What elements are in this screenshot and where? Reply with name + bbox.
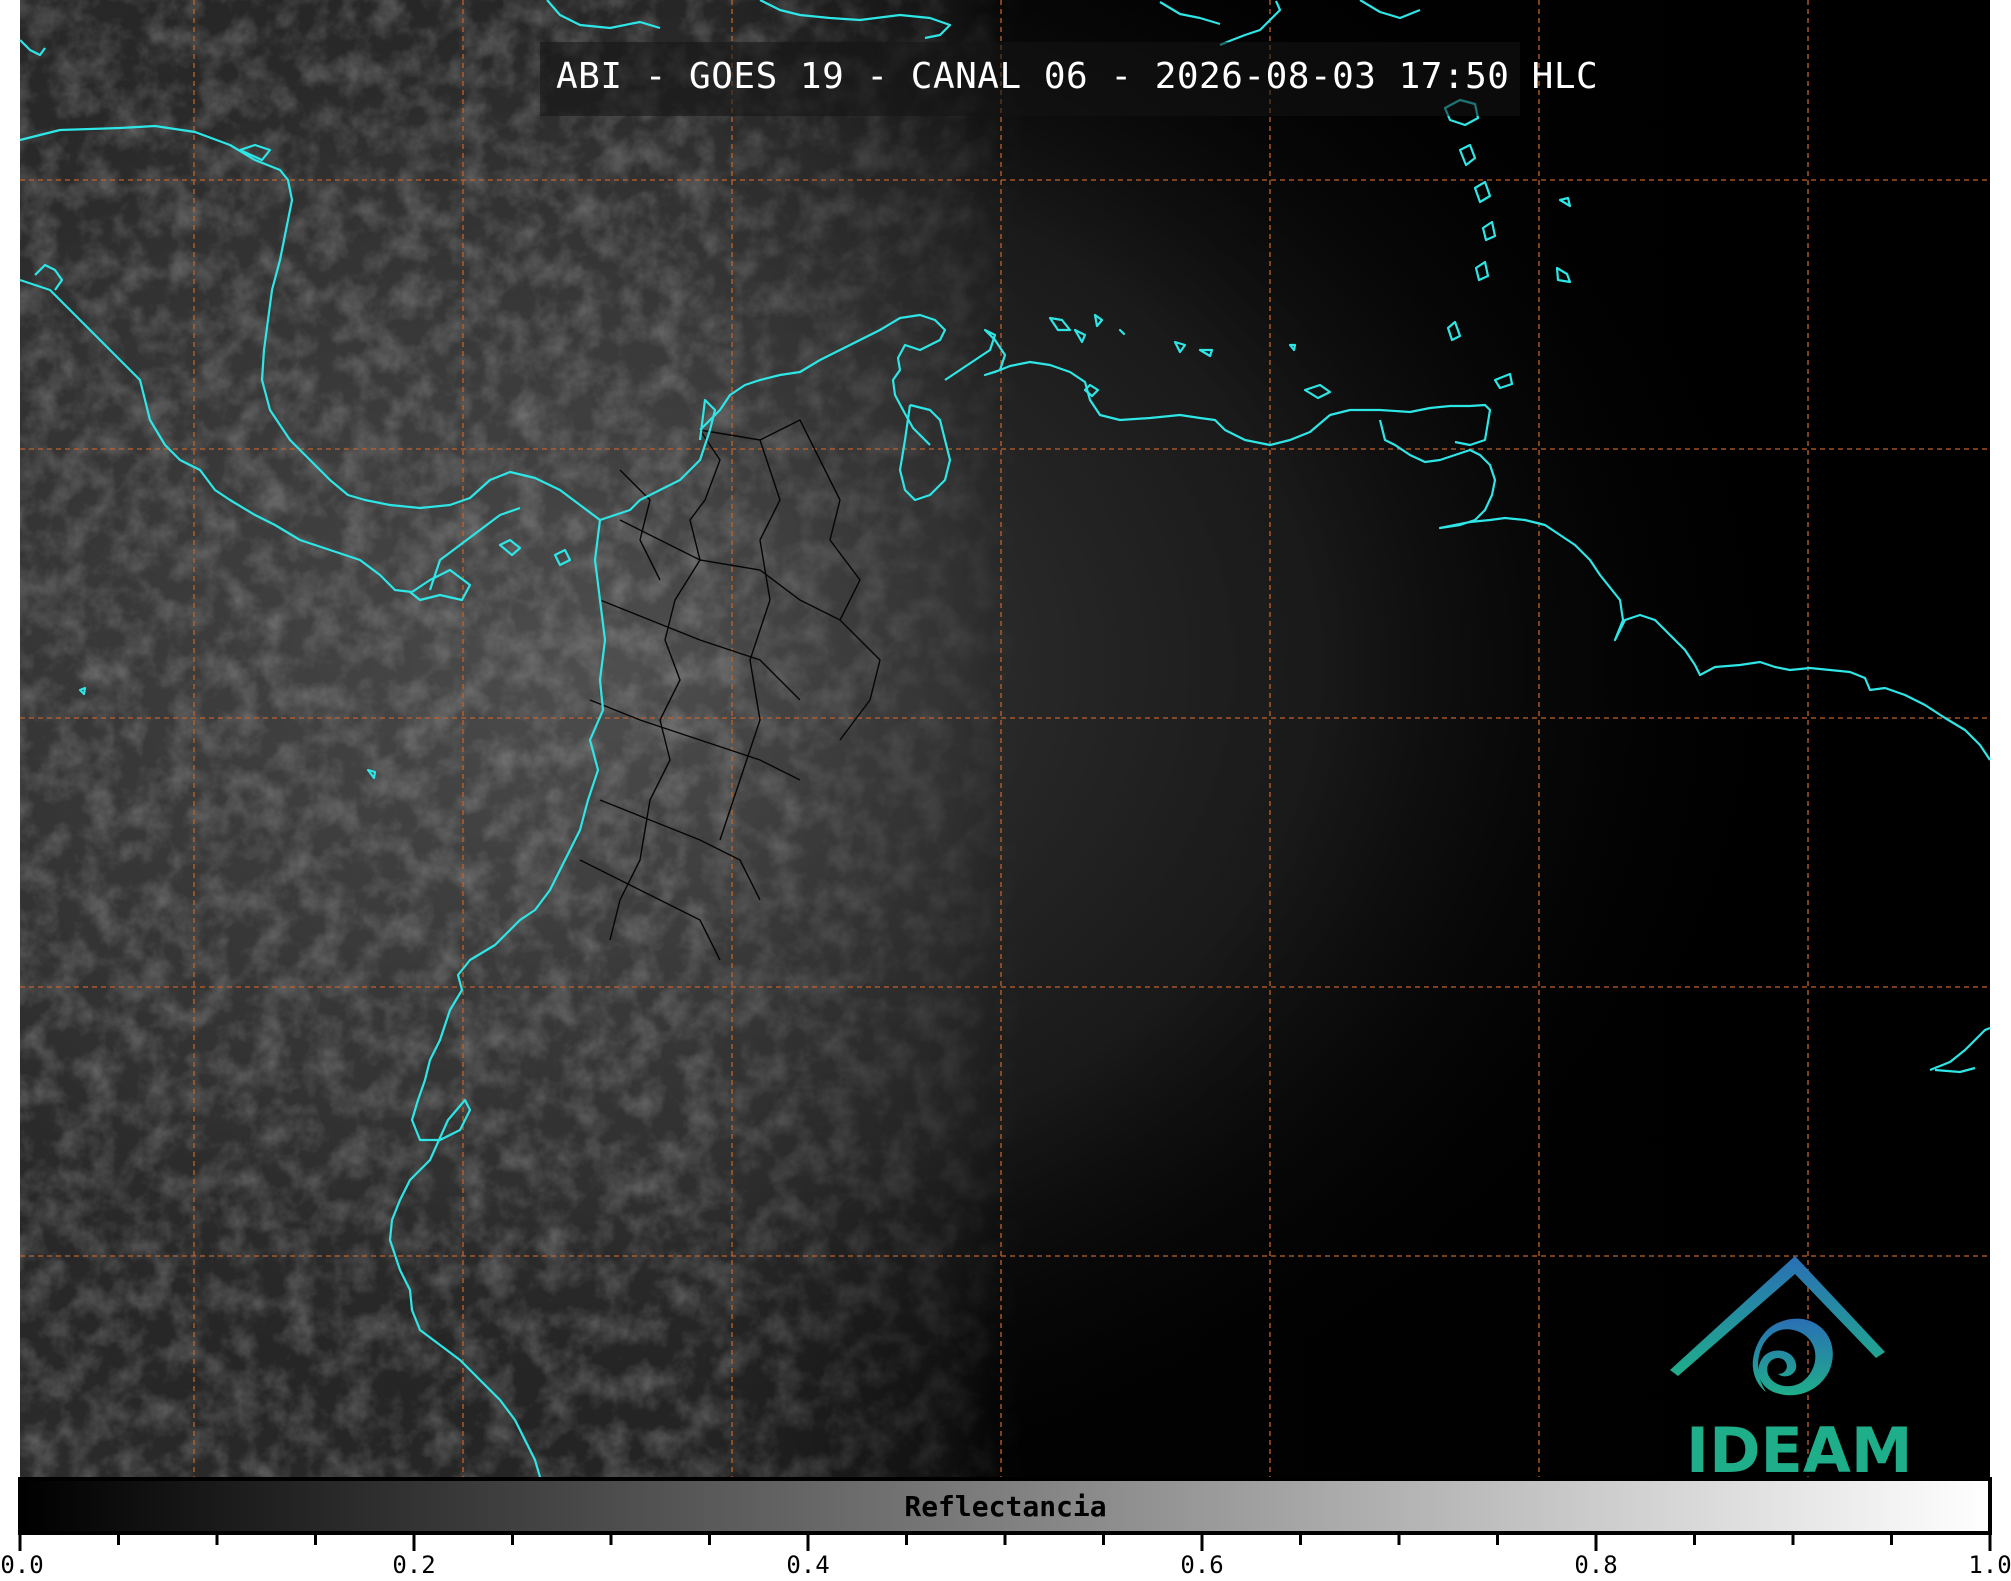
colorbar-tick-label: 0.6	[1180, 1551, 1224, 1579]
colorbar-tick-label: 1.0	[1968, 1551, 2011, 1579]
figure-title: ABI - GOES 19 - CANAL 06 - 2026-08-03 17…	[556, 56, 1599, 97]
colorbar-label: Reflectancia	[904, 1490, 1107, 1523]
colorbar-tick-label: 0.4	[786, 1551, 830, 1579]
colorbar-tick-label: 0.2	[392, 1551, 436, 1579]
colorbar-tick-label: 0.8	[1574, 1551, 1618, 1579]
ideam-logo-icon	[1670, 1256, 1885, 1396]
colorbar-ticks	[18, 1535, 1992, 1551]
satellite-figure: ABI - GOES 19 - CANAL 06 - 2026-08-03 17…	[0, 0, 2011, 1579]
colorbar-tick-label: 0.0	[0, 1551, 44, 1579]
